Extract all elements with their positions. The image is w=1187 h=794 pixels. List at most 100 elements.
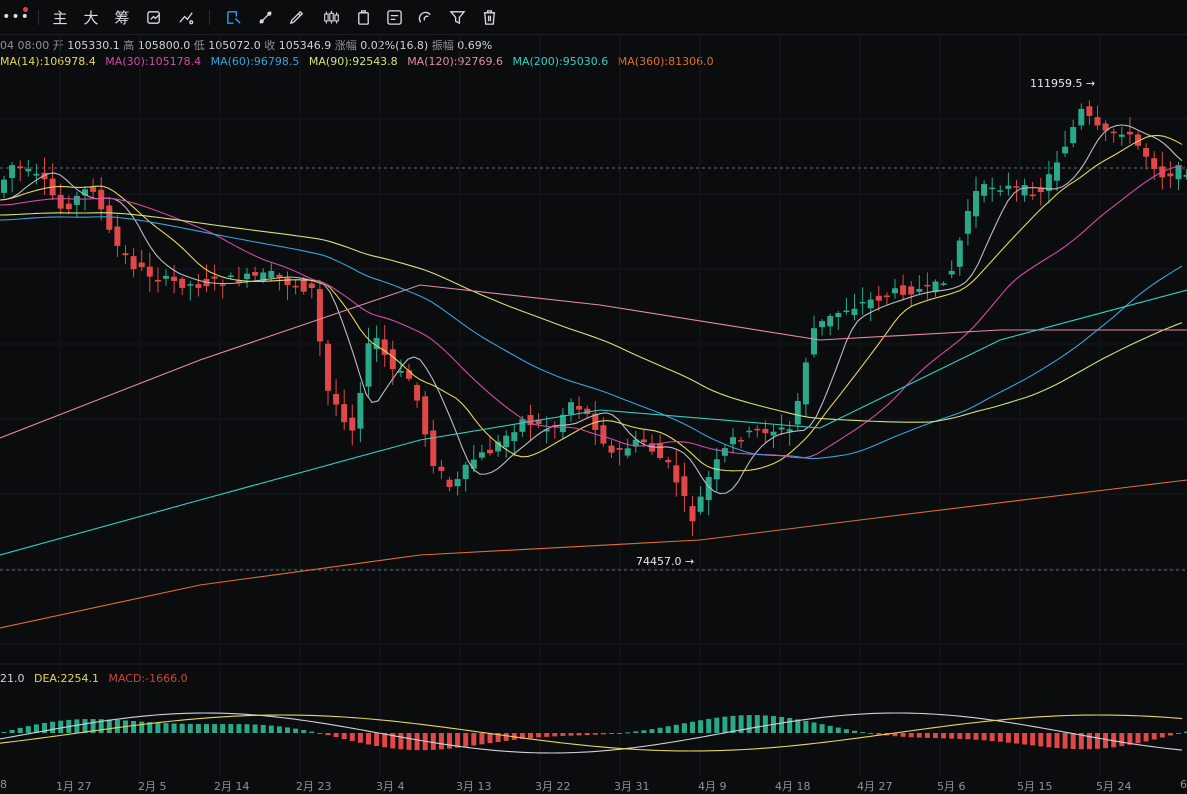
macd-histogram-bar: [584, 733, 590, 736]
candle-body: [1167, 173, 1174, 177]
drawing-select-icon[interactable]: [224, 8, 242, 26]
candle-body: [57, 194, 64, 209]
notification-dot: [23, 7, 28, 12]
candle-body: [146, 266, 153, 277]
macd-histogram-bar: [1167, 733, 1173, 736]
macd-histogram-bar: [1119, 733, 1125, 747]
macd-histogram-bar: [301, 730, 307, 733]
macd-histogram-bar: [463, 733, 469, 747]
macd-histogram-bar: [74, 719, 80, 733]
macd-histogram-bar: [131, 720, 137, 733]
compare-icon[interactable]: [145, 8, 163, 26]
macd-histogram-bar: [398, 733, 404, 750]
macd-histogram-bar: [471, 733, 477, 746]
candle-body: [843, 310, 850, 313]
candle-body: [576, 405, 583, 410]
candle-body: [697, 496, 704, 512]
macd-histogram-bar: [285, 727, 290, 733]
date-tick: 4月 18: [775, 780, 811, 793]
candle-body: [940, 283, 947, 285]
candle-body: [333, 394, 340, 405]
filter-icon[interactable]: [448, 8, 466, 26]
date-tick: 2月 14: [214, 780, 250, 793]
measure-icon[interactable]: [354, 8, 372, 26]
macd-histogram-bar: [325, 733, 331, 736]
macd-histogram-bar: [795, 719, 801, 733]
candle-body: [770, 431, 777, 436]
dea-line: [0, 714, 1183, 752]
candle-body: [681, 476, 688, 497]
candle-body: [90, 187, 97, 192]
candle-body: [33, 173, 40, 176]
ma60-line: [0, 216, 1183, 459]
candle-body: [1110, 131, 1117, 134]
dif-value: 21.0: [0, 672, 25, 685]
candle-body: [130, 256, 137, 270]
macd-histogram-bar: [560, 733, 566, 737]
macd-histogram-bar: [276, 726, 282, 733]
macd-histogram-bar: [82, 719, 88, 733]
candle-body: [25, 168, 32, 172]
macd-histogram-bar: [1176, 733, 1181, 734]
macd-histogram-bar: [933, 733, 938, 739]
candle-body: [802, 362, 809, 405]
macd-histogram-bar: [309, 731, 315, 733]
candle-body: [454, 479, 461, 487]
candle-body: [341, 404, 348, 423]
candle-body: [1143, 148, 1150, 157]
macd-histogram-bar: [341, 733, 347, 739]
candle-body: [1029, 194, 1036, 197]
macd-histogram-bar: [50, 721, 56, 733]
candle-body: [462, 464, 469, 480]
candle-body: [989, 187, 996, 190]
candle-body: [154, 279, 161, 282]
date-tick: 3月 4: [376, 780, 405, 793]
macd-histogram-bar: [195, 724, 201, 733]
candle-body: [794, 400, 801, 425]
macd-histogram-bar: [706, 718, 712, 733]
candle-body: [746, 430, 753, 433]
candle-body: [754, 428, 761, 431]
macd-histogram-bar: [997, 733, 1003, 742]
macd-histogram-bar: [1143, 733, 1149, 742]
note-icon[interactable]: [385, 8, 403, 26]
macd-histogram-bar: [25, 726, 31, 733]
main-chart-button[interactable]: 主: [51, 8, 69, 27]
candle-body: [349, 417, 356, 431]
candle-body: [308, 283, 315, 288]
trash-icon[interactable]: [480, 8, 498, 26]
indicator-icon[interactable]: [177, 8, 195, 26]
macd-histogram-bar: [236, 724, 242, 733]
candle-body: [511, 432, 518, 442]
macd-histogram-bar: [868, 733, 874, 734]
candle-body: [851, 308, 858, 316]
candle-body: [1078, 108, 1085, 126]
candle-body: [762, 428, 769, 434]
candle-body: [446, 479, 453, 487]
candle-body: [1070, 127, 1077, 144]
candle-body: [1183, 174, 1187, 177]
candle-body: [325, 343, 331, 391]
macd-histogram-bar: [916, 733, 922, 738]
macd-histogram-bar: [876, 733, 882, 735]
candle-body: [414, 384, 421, 401]
line-tool-icon[interactable]: [256, 8, 274, 26]
large-order-button[interactable]: 大: [82, 8, 100, 27]
candle-body: [1126, 131, 1133, 135]
macd-histogram-bar: [762, 715, 768, 733]
candlestick-chart[interactable]: [0, 34, 1187, 776]
macd-histogram-bar: [843, 729, 849, 733]
brush-tool-icon[interactable]: [287, 8, 305, 26]
candle-pattern-icon[interactable]: [321, 8, 341, 26]
candle-body: [657, 443, 664, 458]
macd-histogram-bar: [552, 733, 558, 737]
magnet-icon[interactable]: [416, 8, 434, 26]
ma360-line: [0, 479, 1187, 629]
macd-histogram-bar: [852, 730, 857, 733]
date-axis: 8 1月 27 2月 5 2月 14 2月 23 3月 4 3月 13 3月 2…: [0, 776, 1187, 793]
macd-histogram-bar: [260, 724, 266, 733]
macd-histogram-bar: [860, 732, 866, 734]
chip-distribution-button[interactable]: 筹: [113, 8, 131, 27]
macd-histogram-bar: [957, 733, 963, 739]
macd-legend: 21.0 DEA:2254.1 MACD:-1666.0: [0, 672, 194, 686]
